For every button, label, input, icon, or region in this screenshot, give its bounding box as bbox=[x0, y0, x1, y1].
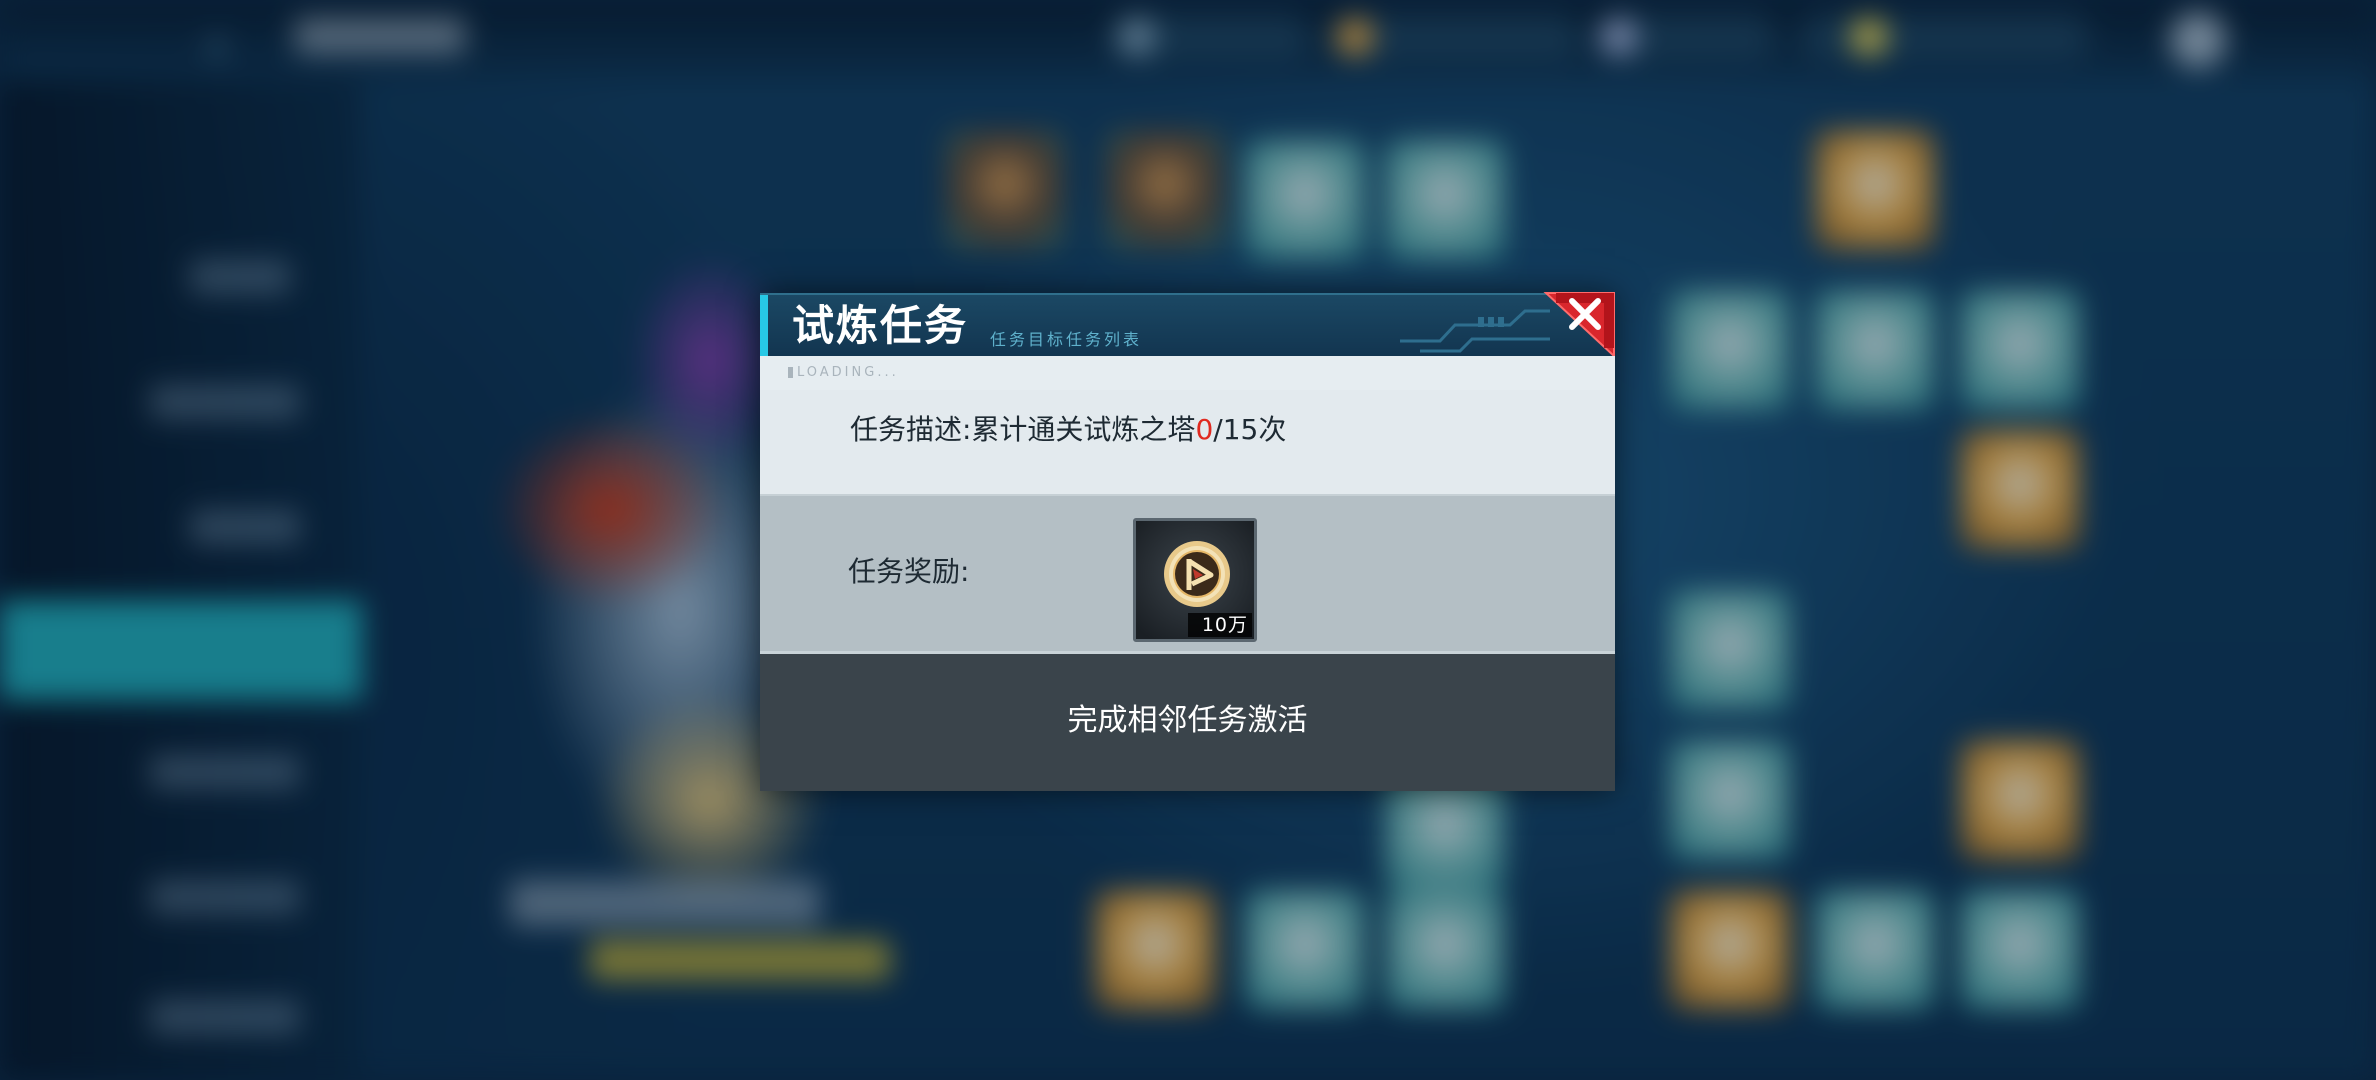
header-accent-bar bbox=[760, 295, 768, 356]
loading-indicator bbox=[788, 367, 793, 378]
close-icon bbox=[1543, 292, 1615, 359]
dialog-header: 试炼任务 任务目标任务列表 bbox=[760, 293, 1615, 356]
task-status-text: 完成相邻任务激活 bbox=[1067, 703, 1308, 738]
loading-label: LOADING... bbox=[797, 365, 899, 380]
task-description: 任务描述:累计通关试炼之塔0/15次 bbox=[850, 412, 1286, 448]
task-description-row: 任务描述:累计通关试炼之塔0/15次 bbox=[760, 390, 1615, 494]
reward-quantity: 10万 bbox=[1187, 613, 1252, 637]
trial-task-dialog: 试炼任务 任务目标任务列表 LOADING... 任务描述:累计通关试炼之塔0/… bbox=[760, 290, 1618, 791]
reward-item-slot[interactable]: 10万 bbox=[1133, 518, 1257, 642]
dialog-title: 试炼任务 bbox=[792, 301, 969, 350]
progress-current: 0 bbox=[1195, 413, 1214, 446]
close-button[interactable] bbox=[1542, 290, 1618, 359]
description-prefix: 任务描述:累计通关试炼之塔 bbox=[850, 413, 1196, 446]
task-status-bar: 完成相邻任务激活 bbox=[760, 651, 1615, 791]
circuit-decoration-icon bbox=[1400, 309, 1550, 353]
reward-label: 任务奖励: bbox=[848, 555, 970, 588]
task-reward-row: 任务奖励: 10万 bbox=[760, 494, 1615, 651]
gold-coin-icon bbox=[1164, 541, 1230, 607]
progress-total: /15次 bbox=[1213, 413, 1287, 446]
loading-strip: LOADING... bbox=[760, 356, 1615, 390]
header-decorative-text: 任务目标任务列表 bbox=[990, 330, 1143, 349]
